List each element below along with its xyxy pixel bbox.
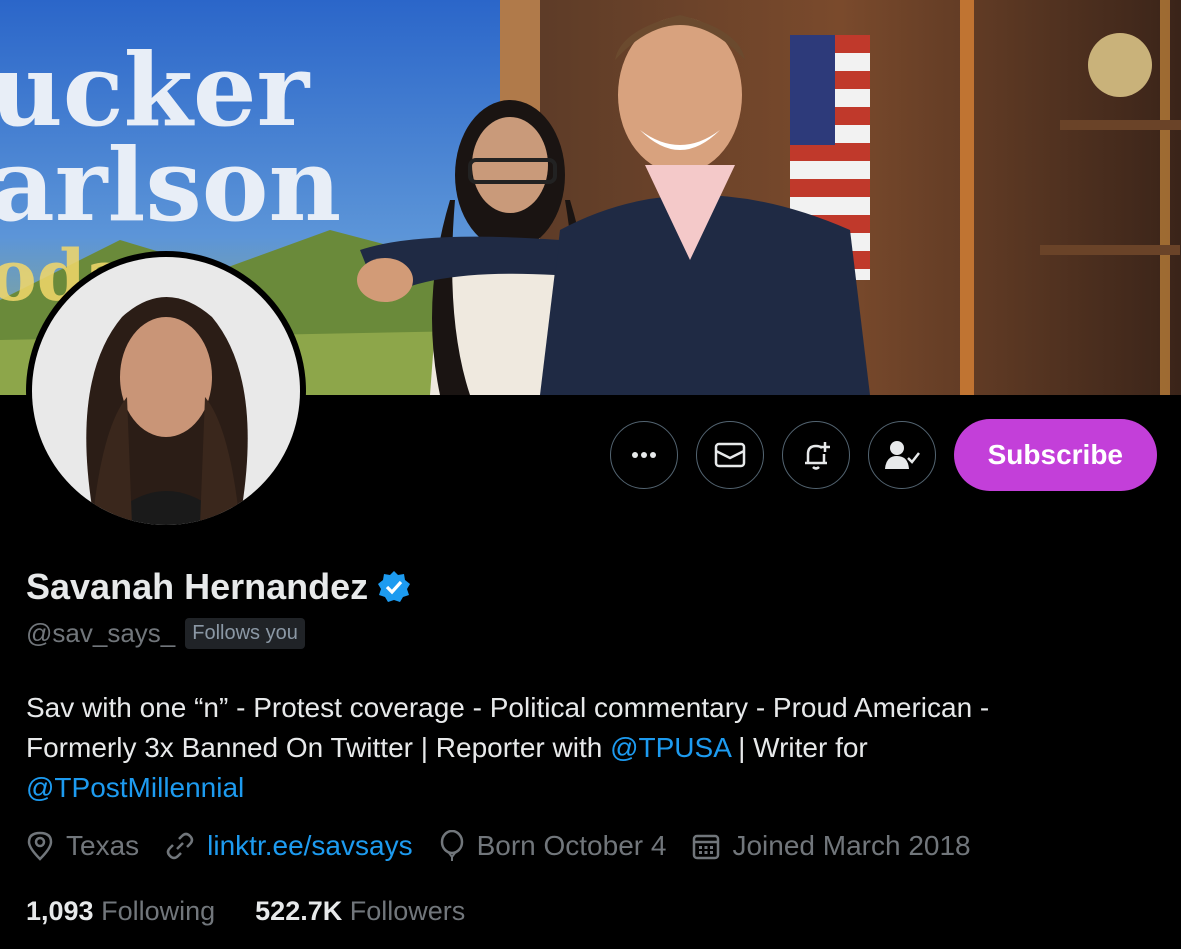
balloon-icon <box>440 830 463 861</box>
location-item: Texas <box>26 830 139 862</box>
profile-handle: @sav_says_ <box>26 618 176 648</box>
verified-badge-icon[interactable] <box>376 569 412 605</box>
birthday-text: Born October 4 <box>476 830 667 861</box>
followers-stat[interactable]: 522.7K Followers <box>255 896 465 927</box>
profile-actions: Subscribe <box>609 419 1157 491</box>
bio-text-1: Sav with one “n” - Protest coverage - Po… <box>26 692 990 723</box>
following-button[interactable] <box>867 421 936 489</box>
profile-avatar[interactable] <box>26 251 306 531</box>
avatar-photo <box>32 257 300 525</box>
website-item: linktr.ee/savsays <box>165 830 413 862</box>
follows-you-badge: Follows you <box>185 618 305 649</box>
bio-text-3: | Writer for <box>730 732 868 763</box>
calendar-icon <box>693 834 720 860</box>
joined-item: Joined March 2018 <box>692 830 971 862</box>
subscribe-button[interactable]: Subscribe <box>953 419 1157 491</box>
following-label: Following <box>101 896 216 926</box>
profile-name: Savanah Hernandez <box>26 566 369 607</box>
mention-link-tpostmillennial[interactable]: @TPostMillennial <box>26 772 244 803</box>
followers-label: Followers <box>349 896 466 926</box>
location-pin-icon <box>27 831 53 861</box>
profile-handle-row: @sav_says_ Follows you <box>26 618 305 649</box>
birthday-item: Born October 4 <box>439 830 667 862</box>
banner-text-2: arlson <box>0 126 341 244</box>
mention-link-tpusa[interactable]: @TPUSA <box>610 732 730 763</box>
bell-plus-icon <box>804 442 830 470</box>
message-button[interactable] <box>695 421 764 489</box>
following-count: 1,093 <box>26 896 94 926</box>
joined-text: Joined March 2018 <box>732 830 971 861</box>
link-icon <box>166 832 194 860</box>
person-check-icon <box>884 441 920 469</box>
website-link[interactable]: linktr.ee/savsays <box>207 830 412 862</box>
followers-count: 522.7K <box>255 896 343 926</box>
notify-button[interactable] <box>781 421 850 489</box>
more-horizontal-icon <box>631 452 656 458</box>
profile-bio: Sav with one “n” - Protest coverage - Po… <box>26 688 1146 808</box>
profile-name-row: Savanah Hernandez <box>26 566 412 608</box>
more-button[interactable] <box>609 421 678 489</box>
location-text: Texas <box>66 830 140 861</box>
following-stat[interactable]: 1,093 Following <box>26 896 215 927</box>
envelope-icon <box>714 442 745 468</box>
bio-text-2: Formerly 3x Banned On Twitter | Reporter… <box>26 732 611 763</box>
profile-meta: Texas linktr.ee/savsays Born October 4 J… <box>26 830 971 862</box>
profile-stats: 1,093 Following 522.7K Followers <box>26 896 465 927</box>
